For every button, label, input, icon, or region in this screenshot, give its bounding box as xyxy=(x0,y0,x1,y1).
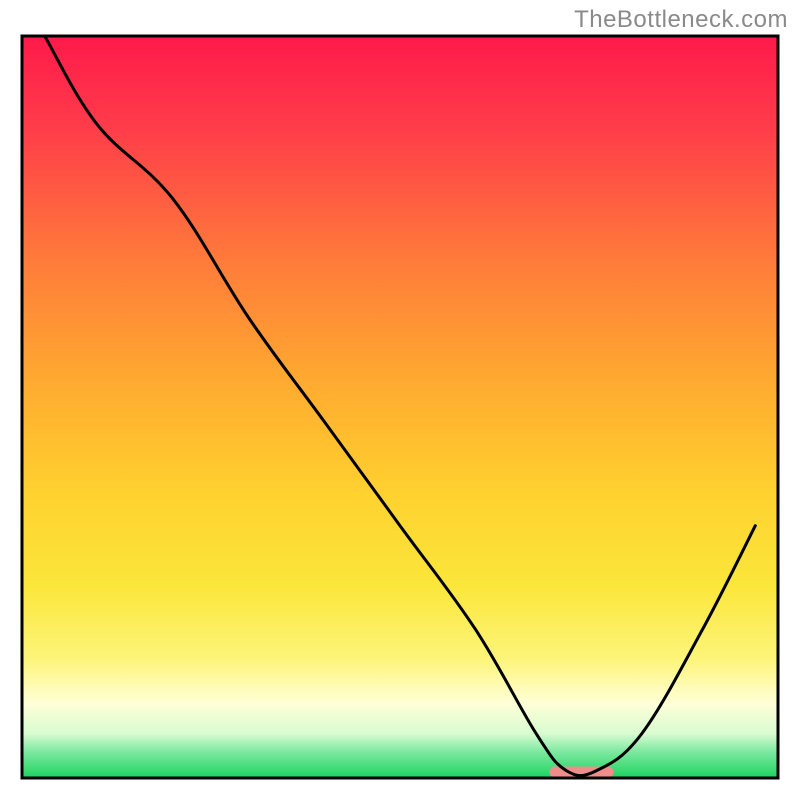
chart-svg xyxy=(0,0,800,800)
bottleneck-chart: TheBottleneck.com xyxy=(0,0,800,800)
chart-background xyxy=(22,36,778,778)
watermark-text: TheBottleneck.com xyxy=(574,6,788,34)
